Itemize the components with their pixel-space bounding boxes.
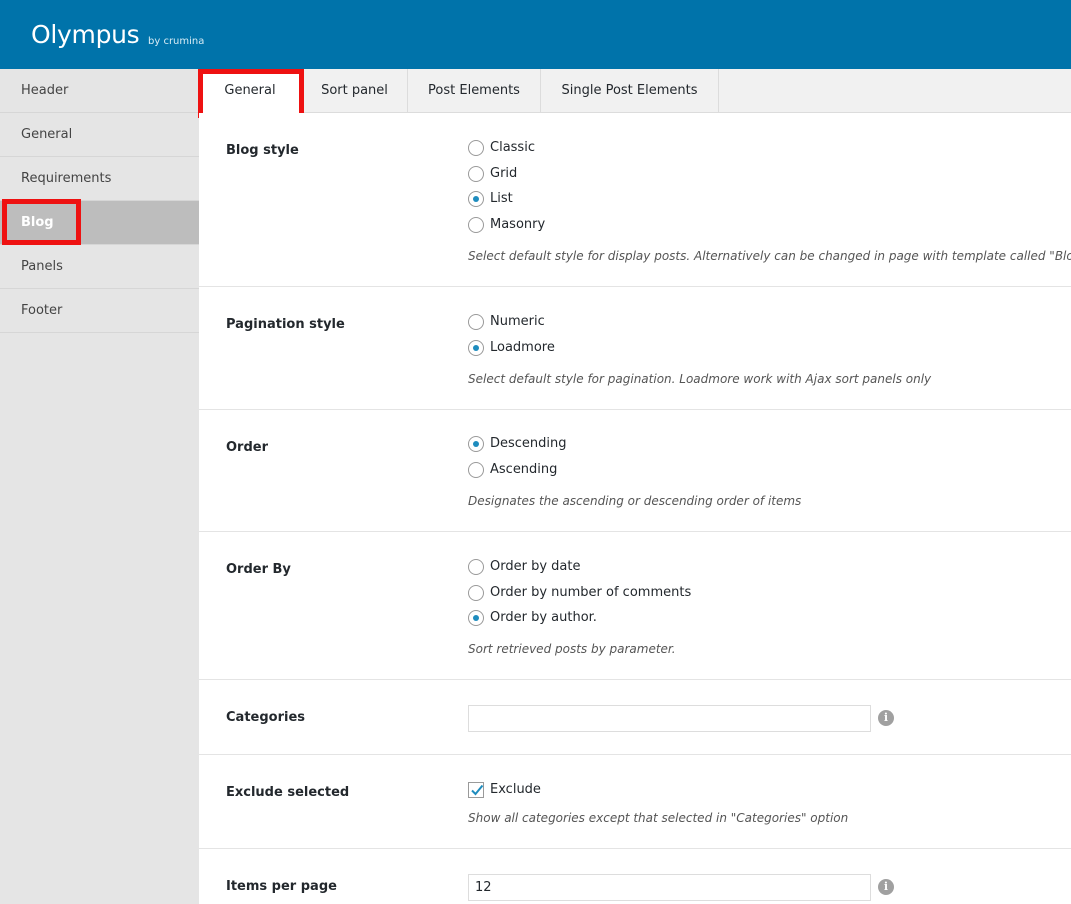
sidebar: Header General Requirements Blog Panels … [0, 69, 199, 904]
app-byline: by crumina [148, 36, 205, 47]
setting-label: Pagination style [226, 317, 345, 332]
radio-label: Masonry [490, 217, 546, 232]
setting-label: Categories [226, 710, 306, 725]
setting-row-categories: Categories i [199, 680, 1071, 755]
sidebar-item-label: Panels [21, 259, 63, 274]
radio-label: Loadmore [490, 340, 555, 355]
radio-label: Classic [490, 140, 535, 155]
radio-label: Grid [490, 166, 518, 181]
highlight-box-general-tab [198, 69, 304, 118]
highlight-box-blog [2, 199, 81, 245]
setting-label: Blog style [226, 143, 299, 158]
setting-label: Items per page [226, 879, 337, 894]
tab-post-elements[interactable]: Post Elements [408, 69, 541, 113]
sidebar-item-label: General [21, 127, 73, 142]
setting-row-blog-style: Blog style Classic Grid List Masonry Sel… [199, 113, 1071, 287]
sidebar-item-general[interactable]: General [0, 113, 199, 157]
radio-label: Order by date [490, 559, 581, 574]
info-icon[interactable]: i [878, 710, 894, 726]
sidebar-item-panels[interactable]: Panels [0, 245, 199, 289]
radio-button[interactable] [468, 585, 484, 601]
sidebar-item-label: Requirements [21, 171, 112, 186]
setting-description: Show all categories except that selected… [468, 811, 849, 825]
radio-button[interactable] [468, 436, 484, 452]
radio-button[interactable] [468, 314, 484, 330]
app-title: Olympus [31, 20, 140, 49]
tab-sort-panel[interactable]: Sort panel [302, 69, 408, 113]
tab-label: Single Post Elements [561, 83, 698, 98]
tab-label: Post Elements [428, 83, 520, 98]
checkbox-label: Exclude [490, 782, 541, 797]
sidebar-item-header[interactable]: Header [0, 69, 199, 113]
setting-label: Order By [226, 562, 291, 577]
info-icon[interactable]: i [878, 879, 894, 895]
radio-button[interactable] [468, 166, 484, 182]
tab-bar: General Sort panel Post Elements Single … [199, 69, 1071, 114]
settings-panel: Blog style Classic Grid List Masonry Sel… [199, 113, 1071, 904]
radio-label: Order by author. [490, 610, 597, 625]
radio-label: List [490, 191, 513, 206]
sidebar-item-label: Header [21, 83, 69, 98]
items-per-page-input[interactable]: 12 [468, 874, 871, 901]
setting-row-order: Order Descending Ascending Designates th… [199, 410, 1071, 532]
setting-row-exclude-selected: Exclude selected Exclude Show all catego… [199, 755, 1071, 849]
radio-button[interactable] [468, 217, 484, 233]
setting-description: Select default style for pagination. Loa… [468, 372, 932, 386]
checkmark-icon [471, 784, 484, 796]
radio-button[interactable] [468, 340, 484, 356]
top-bar: Olympus by crumina [0, 0, 1071, 69]
radio-button[interactable] [468, 462, 484, 478]
setting-row-order-by: Order By Order by date Order by number o… [199, 532, 1071, 680]
radio-label: Descending [490, 436, 567, 451]
categories-input[interactable] [468, 705, 871, 732]
sidebar-item-requirements[interactable]: Requirements [0, 157, 199, 201]
setting-label: Order [226, 440, 268, 455]
radio-button[interactable] [468, 559, 484, 575]
radio-button[interactable] [468, 610, 484, 626]
tab-label: Sort panel [321, 83, 388, 98]
radio-button[interactable] [468, 140, 484, 156]
setting-description: Sort retrieved posts by parameter. [468, 642, 676, 656]
setting-row-items-per-page: Items per page 12 i [199, 849, 1071, 904]
sidebar-item-footer[interactable]: Footer [0, 289, 199, 333]
radio-label: Numeric [490, 314, 545, 329]
setting-label: Exclude selected [226, 785, 350, 800]
setting-description: Designates the ascending or descending o… [468, 494, 802, 508]
exclude-checkbox[interactable] [468, 782, 484, 798]
radio-label: Order by number of comments [490, 585, 692, 600]
sidebar-item-label: Footer [21, 303, 63, 318]
tab-single-post-elements[interactable]: Single Post Elements [541, 69, 719, 113]
radio-button[interactable] [468, 191, 484, 207]
radio-label: Ascending [490, 462, 558, 477]
setting-row-pagination-style: Pagination style Numeric Loadmore Select… [199, 287, 1071, 410]
setting-description: Select default style for display posts. … [468, 249, 1071, 263]
